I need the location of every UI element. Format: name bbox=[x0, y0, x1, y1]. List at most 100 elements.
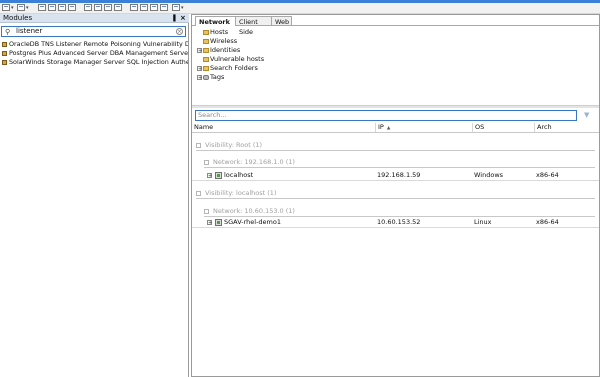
network-group-header[interactable]: Network: 192.168.1.0 (1) bbox=[204, 158, 295, 167]
grid-header: Name IP ▲ OS Arch bbox=[192, 123, 599, 133]
sort-asc-icon: ▲ bbox=[386, 126, 391, 131]
toolbar-dropdown-icon[interactable]: ▾ bbox=[26, 4, 29, 12]
expand-icon[interactable]: + bbox=[197, 48, 202, 54]
toolbar-icon-13[interactable] bbox=[150, 4, 158, 11]
column-label: IP bbox=[378, 123, 384, 131]
module-icon bbox=[2, 42, 7, 47]
collapse-icon[interactable] bbox=[204, 160, 209, 165]
folder-icon bbox=[203, 39, 209, 44]
group-label: Visibility: localhost (1) bbox=[205, 189, 277, 197]
host-name: SGAV-rhel-demo1 bbox=[224, 218, 282, 226]
tree-item-label: Hosts bbox=[210, 28, 229, 36]
pane-splitter[interactable] bbox=[192, 105, 599, 108]
modules-search-value: listener bbox=[16, 27, 43, 35]
module-result-label: Postgres Plus Advanced Server DBA Manage… bbox=[9, 49, 188, 57]
module-results-list: OracleDB TNS Listener Remote Poisoning V… bbox=[1, 40, 188, 67]
expand-icon[interactable]: + bbox=[197, 75, 202, 81]
host-name: localhost bbox=[224, 171, 254, 179]
folder-icon bbox=[203, 66, 209, 71]
host-ip: 10.60.153.52 bbox=[377, 218, 421, 226]
tree-item-search-folders[interactable]: + Search Folders bbox=[197, 64, 264, 73]
toolbar-icon-11[interactable] bbox=[130, 4, 138, 11]
toolbar-dropdown-icon[interactable]: ▾ bbox=[181, 4, 184, 12]
entity-search-input[interactable]: Search... bbox=[195, 110, 577, 121]
table-row[interactable]: + localhost 192.168.1.59 Windows x86-64 bbox=[192, 171, 599, 181]
tab-network[interactable]: Network bbox=[195, 16, 236, 26]
tree-item-tags[interactable]: + Tags bbox=[197, 73, 264, 82]
host-arch: x86-64 bbox=[536, 218, 559, 226]
group-divider bbox=[204, 216, 595, 217]
expand-icon[interactable]: + bbox=[207, 173, 212, 179]
column-label: Name bbox=[194, 123, 214, 131]
tree-item-vulnerable-hosts[interactable]: Vulnerable hosts bbox=[197, 55, 264, 64]
filter-icon[interactable]: ▼ bbox=[584, 111, 589, 120]
expand-icon[interactable]: + bbox=[207, 220, 212, 226]
visibility-group-header[interactable]: Visibility: Root (1) bbox=[196, 141, 262, 150]
group-divider bbox=[204, 167, 595, 168]
toolbar-icon-1[interactable] bbox=[2, 4, 10, 11]
module-result-label: SolarWinds Storage Manager Server SQL In… bbox=[9, 58, 188, 66]
column-header-ip[interactable]: IP ▲ bbox=[375, 123, 472, 132]
toolbar-icon-14[interactable] bbox=[160, 4, 168, 11]
tree-item-hosts[interactable]: Hosts bbox=[197, 28, 264, 37]
search-icon: ⚲ bbox=[5, 28, 11, 36]
network-group-header[interactable]: Network: 10.60.153.0 (1) bbox=[204, 207, 295, 216]
tab-label: Network bbox=[199, 18, 230, 26]
expand-icon[interactable]: + bbox=[197, 66, 202, 72]
windows-host-icon bbox=[215, 172, 222, 179]
column-header-name[interactable]: Name bbox=[192, 123, 375, 132]
collapse-icon[interactable] bbox=[196, 143, 201, 148]
toolbar-icon-10[interactable] bbox=[114, 4, 122, 11]
module-result-label: OracleDB TNS Listener Remote Poisoning V… bbox=[9, 40, 188, 48]
module-result-item[interactable]: Postgres Plus Advanced Server DBA Manage… bbox=[1, 49, 188, 58]
tree-item-label: Identities bbox=[210, 46, 241, 54]
toolbar-icon-5[interactable] bbox=[58, 4, 66, 11]
modules-search-input[interactable]: ⚲ listener × bbox=[1, 26, 186, 37]
toolbar-dropdown-icon[interactable]: ▾ bbox=[11, 4, 14, 12]
tree-item-identities[interactable]: + Identities bbox=[197, 46, 264, 55]
folder-icon bbox=[203, 30, 209, 35]
host-ip: 192.168.1.59 bbox=[377, 171, 421, 179]
toolbar-icon-8[interactable] bbox=[94, 4, 102, 11]
tree-item-label: Tags bbox=[210, 73, 225, 81]
host-os: Linux bbox=[474, 218, 492, 226]
module-result-item[interactable]: OracleDB TNS Listener Remote Poisoning V… bbox=[1, 40, 188, 49]
tab-divider bbox=[192, 25, 599, 26]
group-divider bbox=[196, 198, 595, 199]
table-row[interactable]: + SGAV-rhel-demo1 10.60.153.52 Linux x86… bbox=[192, 218, 599, 228]
module-icon bbox=[2, 51, 7, 56]
host-arch: x86-64 bbox=[536, 171, 559, 179]
toolbar-icon-4[interactable] bbox=[48, 4, 56, 11]
entity-tree: Hosts Wireless + Identities Vulnerable h… bbox=[197, 28, 264, 82]
visibility-group-header[interactable]: Visibility: localhost (1) bbox=[196, 189, 276, 198]
collapse-icon[interactable] bbox=[204, 209, 209, 214]
column-header-os[interactable]: OS bbox=[472, 123, 534, 132]
modules-panel: Modules ▐ × ⚲ listener × OracleDB TNS Li… bbox=[0, 14, 189, 377]
pin-icon[interactable]: ▐ bbox=[171, 14, 176, 23]
column-label: Arch bbox=[537, 123, 552, 131]
folder-icon bbox=[203, 48, 209, 53]
column-label: OS bbox=[475, 123, 485, 131]
tree-item-label: Wireless bbox=[210, 37, 238, 45]
module-icon bbox=[2, 60, 7, 65]
tree-item-wireless[interactable]: Wireless bbox=[197, 37, 264, 46]
toolbar-icon-9[interactable] bbox=[104, 4, 112, 11]
group-label: Network: 10.60.153.0 (1) bbox=[213, 207, 295, 215]
toolbar-icon-3[interactable] bbox=[38, 4, 46, 11]
group-label: Network: 192.168.1.0 (1) bbox=[213, 158, 295, 166]
group-divider bbox=[196, 150, 595, 151]
collapse-icon[interactable] bbox=[196, 191, 201, 196]
tag-icon bbox=[203, 75, 209, 80]
group-label: Visibility: Root (1) bbox=[205, 141, 263, 149]
toolbar-icon-7[interactable] bbox=[84, 4, 92, 11]
column-header-arch[interactable]: Arch bbox=[534, 123, 599, 132]
clear-search-icon[interactable]: × bbox=[176, 28, 183, 35]
close-icon[interactable]: × bbox=[180, 14, 186, 23]
toolbar-icon-12[interactable] bbox=[140, 4, 148, 11]
toolbar-icon-2[interactable] bbox=[17, 4, 25, 11]
folder-icon bbox=[203, 57, 209, 62]
toolbar-icon-15[interactable] bbox=[172, 4, 180, 11]
module-result-item[interactable]: SolarWinds Storage Manager Server SQL In… bbox=[1, 58, 188, 67]
toolbar-icon-6[interactable] bbox=[68, 4, 76, 11]
toolbar: ▾ ▾ ▾ bbox=[0, 3, 600, 14]
